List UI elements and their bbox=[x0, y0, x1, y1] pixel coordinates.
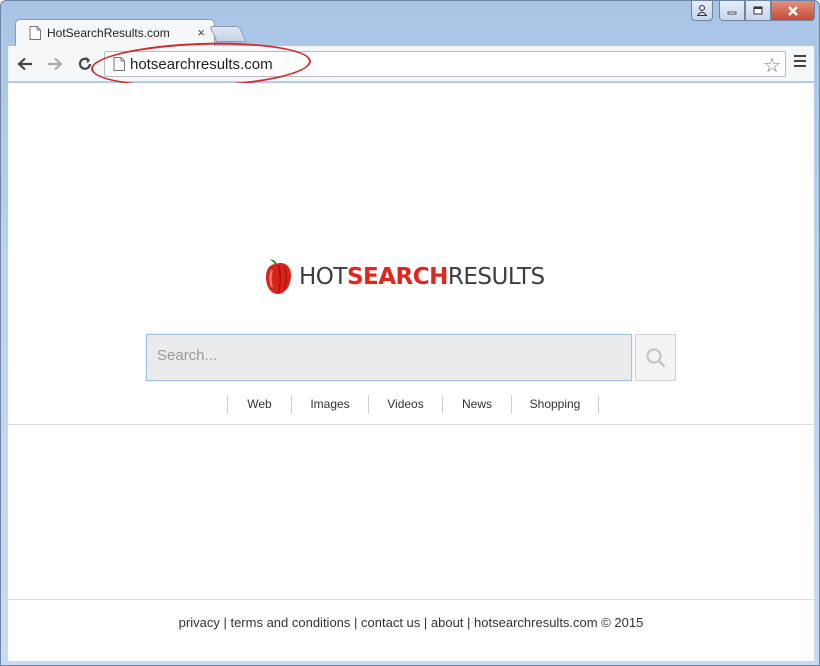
forward-arrow-icon[interactable] bbox=[44, 53, 66, 75]
separator: | bbox=[350, 615, 362, 630]
category-web[interactable]: Web bbox=[227, 395, 291, 414]
privacy-link[interactable]: privacy bbox=[179, 615, 220, 630]
separator: | bbox=[420, 615, 431, 630]
pepper-icon bbox=[266, 259, 291, 294]
logo-text-search: SEARCH bbox=[346, 264, 448, 290]
divider bbox=[8, 424, 814, 425]
category-images[interactable]: Images bbox=[291, 395, 368, 414]
logo-text-results: RESULTS bbox=[447, 264, 545, 290]
page-icon bbox=[29, 26, 41, 40]
search-categories: Web Images Videos News Shopping bbox=[227, 395, 599, 414]
category-shopping[interactable]: Shopping bbox=[511, 395, 599, 414]
hotsearchresults-logo: HOTSEARCHRESULTS bbox=[263, 257, 545, 297]
separator: | bbox=[463, 615, 475, 630]
window-controls bbox=[691, 1, 815, 21]
menu-icon[interactable] bbox=[794, 55, 806, 69]
page-icon bbox=[113, 57, 125, 71]
footer: privacy | terms and conditions | contact… bbox=[8, 615, 814, 630]
close-tab-icon[interactable]: × bbox=[197, 26, 205, 39]
tab-title: HotSearchResults.com bbox=[47, 26, 170, 40]
magnifier-icon bbox=[645, 347, 665, 367]
minimize-icon[interactable] bbox=[719, 1, 745, 21]
separator: | bbox=[219, 615, 231, 630]
tab-strip: HotSearchResults.com × bbox=[1, 1, 820, 47]
address-bar[interactable]: hotsearchresults.com ☆ bbox=[104, 51, 786, 77]
contact-link[interactable]: contact us bbox=[361, 615, 420, 630]
user-icon[interactable] bbox=[691, 1, 713, 21]
category-news[interactable]: News bbox=[442, 395, 511, 414]
url-text[interactable]: hotsearchresults.com bbox=[130, 56, 273, 73]
category-videos[interactable]: Videos bbox=[368, 395, 442, 414]
page-content: HOTSEARCHRESULTS Web Images Videos News … bbox=[8, 83, 814, 661]
new-tab-button[interactable] bbox=[209, 26, 247, 42]
maximize-icon[interactable] bbox=[745, 1, 771, 21]
logo-text-hot: HOT bbox=[299, 264, 347, 290]
bookmark-star-icon[interactable]: ☆ bbox=[763, 53, 781, 78]
search-input[interactable] bbox=[157, 347, 617, 364]
reload-icon[interactable] bbox=[74, 53, 96, 75]
browser-toolbar: hotsearchresults.com ☆ bbox=[8, 46, 814, 82]
about-link[interactable]: about bbox=[431, 615, 464, 630]
footer-divider bbox=[8, 599, 814, 600]
search-button[interactable] bbox=[635, 334, 676, 381]
back-arrow-icon[interactable] bbox=[14, 53, 36, 75]
terms-link[interactable]: terms and conditions bbox=[230, 615, 350, 630]
close-icon[interactable] bbox=[771, 1, 815, 21]
search-box bbox=[146, 334, 632, 381]
browser-window: HotSearchResults.com × hotsearchresults.… bbox=[0, 0, 820, 666]
copyright-text: hotsearchresults.com © 2015 bbox=[474, 615, 644, 630]
active-tab[interactable]: HotSearchResults.com × bbox=[15, 19, 215, 47]
